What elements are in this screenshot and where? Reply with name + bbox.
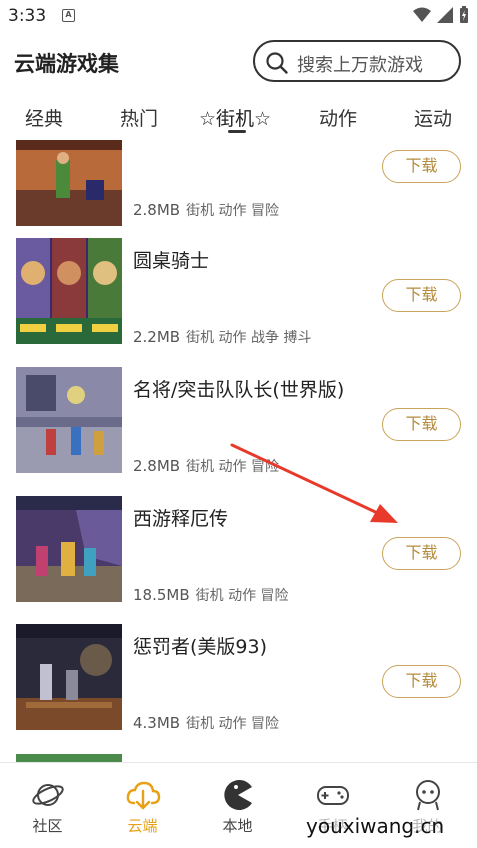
game-item[interactable]: 惩罚者(美版93) 4.3MB 街机 动作 冒险 下载 (0, 622, 477, 750)
game-thumbnail (16, 754, 122, 762)
nav-label: 本地 (222, 817, 253, 835)
game-meta: 2.2MB 街机 动作 战争 搏斗 (133, 327, 311, 347)
search-input[interactable]: 搜索上万款游戏 (253, 40, 461, 82)
game-thumbnail (16, 367, 122, 473)
game-name: 惩罚者(美版93) (133, 636, 268, 658)
nav-local[interactable]: 本地 (190, 763, 285, 848)
status-bar: 3:33 A (0, 0, 477, 32)
notification-icon: A (62, 9, 75, 22)
nav-community[interactable]: 社区 (0, 763, 95, 848)
game-thumbnail (16, 496, 122, 602)
download-button[interactable]: 下载 (382, 665, 461, 698)
tab-hot[interactable]: 热门 (120, 104, 158, 131)
download-button[interactable]: 下载 (382, 150, 461, 183)
category-tabs: 经典 热门 ☆街机☆ 动作 运动 (0, 96, 477, 140)
status-time: 3:33 (8, 6, 47, 26)
game-tags: 街机 动作 战争 搏斗 (186, 330, 312, 346)
game-item[interactable]: 名将/突击队队长(世界版) 2.8MB 街机 动作 冒险 下载 (0, 365, 477, 493)
tab-indicator (228, 130, 246, 133)
signal-icon (437, 7, 453, 23)
battery-icon (460, 6, 468, 23)
game-tags: 街机 动作 冒险 (186, 459, 279, 475)
download-button[interactable]: 下载 (382, 537, 461, 570)
game-size: 18.5MB (133, 586, 190, 604)
search-placeholder: 搜索上万款游戏 (297, 55, 423, 76)
app-header: 云端游戏集 搜索上万款游戏 (0, 36, 477, 88)
nav-label: 社区 (32, 817, 63, 835)
tab-classic[interactable]: 经典 (25, 104, 63, 131)
game-name: 西游释厄传 (133, 508, 229, 530)
cloud-download-icon (126, 781, 161, 810)
game-list[interactable]: 2.8MB 街机 动作 冒险 下载 圆桌骑士 2.2MB 街机 动作 战争 搏斗 下… (0, 140, 477, 762)
game-size: 4.3MB (133, 714, 181, 732)
game-size: 2.2MB (133, 328, 181, 346)
tab-arcade[interactable]: ☆街机☆ (199, 104, 271, 131)
status-icons (413, 6, 469, 24)
wifi-icon (413, 7, 431, 22)
game-name: 名将/突击队队长(世界版) (133, 379, 345, 401)
game-thumbnail (16, 140, 122, 226)
game-thumbnail (16, 624, 122, 730)
game-thumbnail (16, 238, 122, 344)
game-item[interactable]: 2.8MB 街机 动作 冒险 下载 (0, 140, 477, 226)
watermark: youxiwang.cn (302, 814, 449, 838)
game-size: 2.8MB (133, 201, 181, 219)
download-button[interactable]: 下载 (382, 279, 461, 312)
game-tags: 街机 动作 冒险 (186, 716, 279, 732)
tab-sports[interactable]: 运动 (414, 104, 452, 131)
gamepad-icon (317, 786, 349, 805)
game-name: 圆桌骑士 (133, 250, 210, 272)
download-button[interactable]: 下载 (382, 408, 461, 441)
planet-icon (32, 784, 64, 806)
game-meta: 2.8MB 街机 动作 冒险 (133, 200, 279, 220)
search-icon (266, 52, 288, 74)
game-item[interactable]: 西游释厄传 18.5MB 街机 动作 冒险 下载 (0, 494, 477, 622)
nav-label: 云端 (127, 817, 158, 835)
game-size: 2.8MB (133, 457, 181, 475)
tab-action[interactable]: 动作 (319, 104, 357, 131)
game-item[interactable] (0, 752, 477, 762)
app-title: 云端游戏集 (14, 52, 119, 76)
game-meta: 2.8MB 街机 动作 冒险 (133, 456, 279, 476)
game-item[interactable]: 圆桌骑士 2.2MB 街机 动作 战争 搏斗 下载 (0, 236, 477, 364)
nav-cloud[interactable]: 云端 (95, 763, 190, 848)
game-tags: 街机 动作 冒险 (195, 588, 289, 604)
profile-icon (416, 780, 440, 811)
game-meta: 4.3MB 街机 动作 冒险 (133, 713, 279, 733)
pacman-icon (224, 780, 252, 810)
game-tags: 街机 动作 冒险 (186, 203, 279, 219)
game-meta: 18.5MB 街机 动作 冒险 (133, 585, 289, 605)
